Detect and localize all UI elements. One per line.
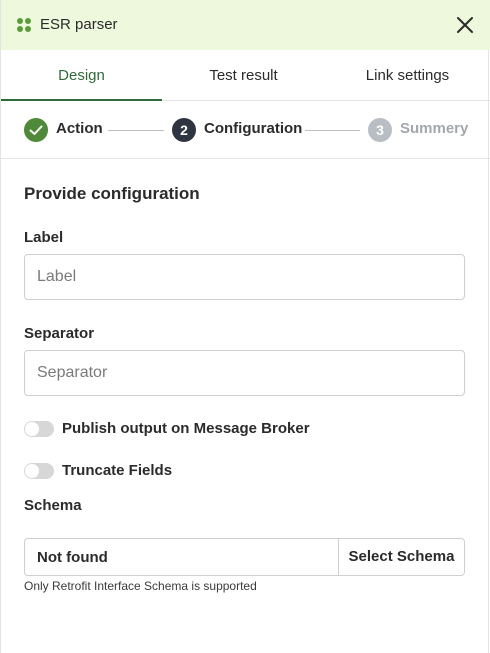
publish-output-label: Publish output on Message Broker	[62, 420, 310, 437]
label-input[interactable]	[24, 254, 465, 300]
schema-selector: Not found Select Schema	[24, 538, 465, 576]
separator-input[interactable]	[24, 350, 465, 396]
step-label-action: Action	[56, 120, 103, 137]
section-title: Provide configuration	[24, 184, 200, 203]
schema-label: Schema	[24, 497, 82, 514]
step-label-configuration: Configuration	[204, 120, 303, 137]
tab-test-result[interactable]: Test result	[162, 50, 325, 101]
schema-value: Not found	[37, 549, 108, 566]
truncate-fields-label: Truncate Fields	[62, 462, 173, 479]
publish-output-toggle[interactable]	[24, 421, 54, 437]
label-field-label: Label	[24, 229, 64, 246]
panel-header: ESR parser	[1, 0, 490, 50]
esr-parser-panel: ESR parser Design Test result Link setti…	[0, 0, 490, 653]
panel-title: ESR parser	[40, 16, 118, 33]
stepper: Action 2 Configuration 3 Summery	[1, 102, 490, 159]
tab-link-settings[interactable]: Link settings	[325, 50, 490, 101]
app-grid-icon	[17, 18, 31, 32]
close-icon[interactable]	[456, 16, 474, 34]
step-label-summery: Summery	[400, 120, 469, 137]
truncate-fields-toggle[interactable]	[24, 463, 54, 479]
step-number-configuration: 2	[172, 118, 196, 142]
separator-field-label: Separator	[24, 325, 95, 342]
step-number-summery: 3	[368, 118, 392, 142]
schema-hint: Only Retrofit Interface Schema is suppor…	[24, 579, 257, 593]
tab-design[interactable]: Design	[1, 50, 162, 101]
select-schema-button[interactable]: Select Schema	[338, 539, 464, 575]
tab-bar: Design Test result Link settings	[1, 50, 490, 101]
step-connector	[108, 130, 164, 131]
step-action-check-icon	[24, 118, 48, 142]
step-connector	[305, 130, 360, 131]
